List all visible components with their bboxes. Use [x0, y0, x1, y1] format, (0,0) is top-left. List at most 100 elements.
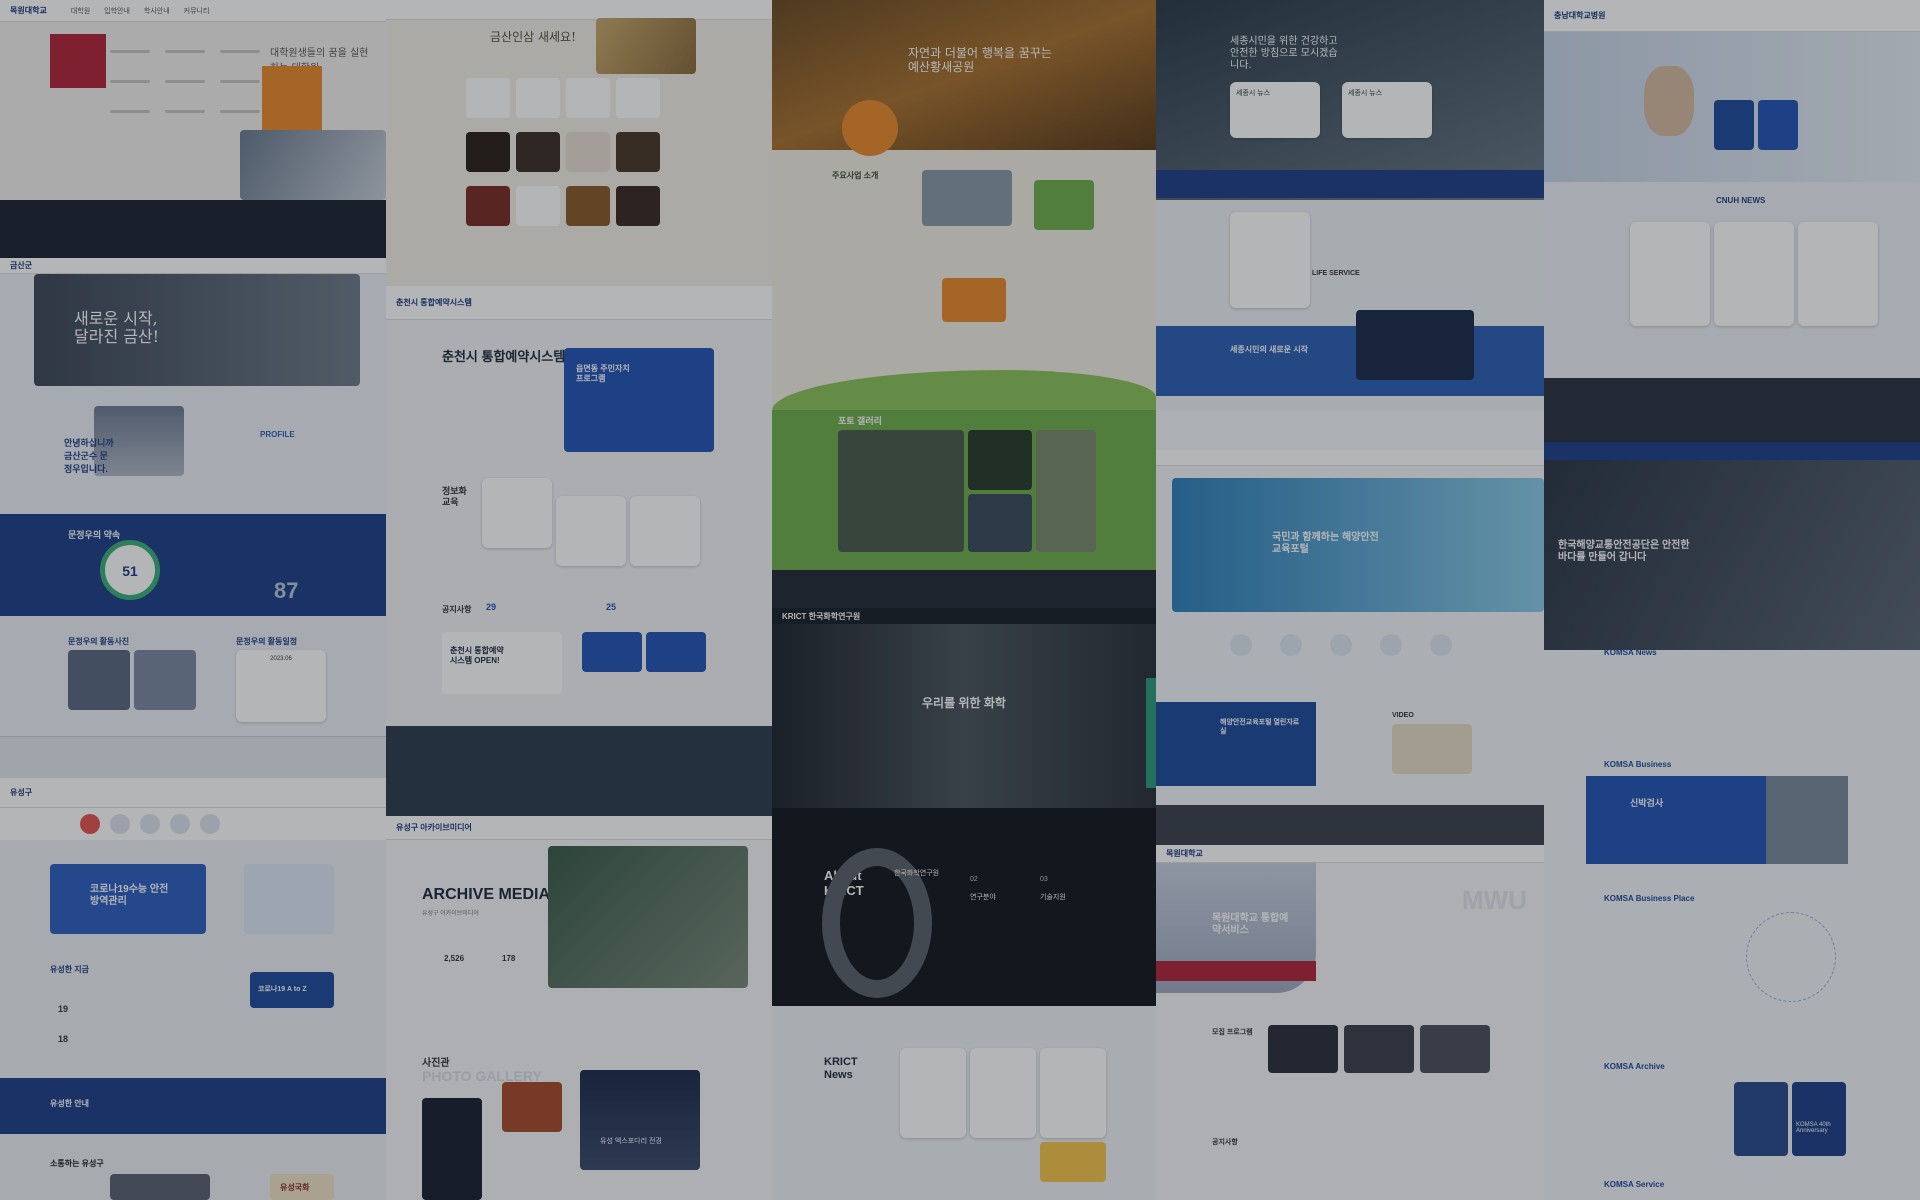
count-2: 25	[606, 602, 617, 612]
map-card[interactable]: 읍면동 주민자치프로그램	[564, 348, 714, 452]
marine-screenshot[interactable]: 국민과 함께하는 해양안전교육포털 해양안전교육포털 열린자료실 VIDEO	[1156, 450, 1544, 845]
news-card-2[interactable]	[1714, 222, 1794, 326]
info-circle[interactable]	[842, 100, 898, 156]
services-title: 유성한 안내	[50, 1099, 90, 1108]
director-photo	[1644, 66, 1694, 136]
search-card[interactable]	[244, 864, 334, 934]
product-grid	[466, 78, 696, 266]
hero-photo: 자연과 더불어 행복을 꿈꾸는 예산황새공원	[772, 0, 1156, 150]
news-card-2[interactable]: 세종시 뉴스	[1342, 82, 1432, 138]
footer	[1156, 410, 1544, 450]
geumsan-screenshot[interactable]: 금산군 새로운 시작, 달라진 금산! 안녕하십니까 금산군수 문정우입니다. …	[0, 258, 386, 778]
program-photo-3[interactable]	[1420, 1025, 1490, 1073]
ginseng-shop-screenshot[interactable]: 금산인삼 새세요!	[386, 0, 772, 286]
chuncheon-screenshot[interactable]: 춘천시 통합예약시스템 춘천시 통합예약시스템 읍면동 주민자치프로그램 정보화…	[386, 286, 772, 816]
news-card-2[interactable]	[970, 1048, 1036, 1138]
quick-icons	[0, 808, 386, 840]
blue-card-2[interactable]	[1758, 100, 1798, 150]
program-card-1[interactable]	[482, 478, 552, 548]
service-title: KOMSA Service	[1604, 1180, 1665, 1189]
location-map[interactable]	[1746, 912, 1836, 1002]
bridge-photo[interactable]: 유성 엑스포다리 전경	[580, 1070, 700, 1170]
komsa-screenshot[interactable]: 한국해양교통안전공단은 안전한 바다를 만들어 갑니다 KOMSA News K…	[1544, 442, 1920, 1200]
stat-1: 2,526	[444, 954, 465, 963]
about-item-3: 기술지원	[1040, 894, 1066, 901]
open-banner[interactable]: 춘천시 통합예약시스템 OPEN!	[442, 632, 562, 694]
quick-blue-2[interactable]	[646, 632, 706, 672]
notice-title: 공지사항	[1212, 1139, 1238, 1146]
krict-news-screenshot[interactable]: KRICT News	[772, 1006, 1156, 1200]
news-card-3[interactable]	[1040, 1048, 1106, 1138]
news-title: KRICT News	[824, 1056, 858, 1081]
program-card-2[interactable]	[556, 496, 626, 566]
mokwon-reservation-screenshot[interactable]: 목원대학교 목원대학교 통합예약서비스 MWU 모집 프로그램 공지사항	[1156, 845, 1544, 1200]
map-title: 읍면동 주민자치프로그램	[576, 364, 630, 383]
mokwon-grad-screenshot[interactable]: 목원대학교대학원입학안내학사안내커뮤니티 대학원생들의 꿈을 실현하는 대학원	[0, 0, 386, 258]
program-title: 모집 프로그램	[1212, 1029, 1253, 1036]
hero-title: 자연과 더불어 행복을 꿈꾸는 예산황새공원	[908, 46, 1052, 74]
tree-photo[interactable]	[502, 1082, 562, 1132]
news-card-1[interactable]	[1630, 222, 1710, 326]
service-title: LIFE SERVICE	[1312, 270, 1360, 277]
video-thumb[interactable]	[1356, 310, 1474, 380]
a-to-z-banner[interactable]: 코로나19 A to Z	[250, 972, 334, 1008]
covid-banner[interactable]: 코로나19수능 안전방역관리	[50, 864, 206, 934]
video-title: 세종시민의 새로운 시작	[1230, 345, 1309, 354]
photo-3[interactable]	[968, 494, 1032, 552]
park-photo[interactable]	[922, 170, 1012, 226]
news-card-1[interactable]	[900, 1048, 966, 1138]
footer	[0, 736, 386, 778]
photo-caption: 유성 엑스포다리 전경	[600, 1138, 662, 1145]
night-photo[interactable]	[422, 1098, 482, 1200]
green-banner[interactable]	[1034, 180, 1094, 230]
column-4: 세종시민을 위한 건강하고 안전한 방침으로 모시겠습니다. 세종시 뉴스 세종…	[1156, 0, 1544, 1200]
column-5: 충남대학교병원 CNUH NEWS 한국해양교통안전공단은 안전한 바다를 만들…	[1544, 0, 1920, 1200]
business-title: KOMSA Business	[1604, 760, 1672, 769]
krict-about-screenshot[interactable]: About KRICT 한국화학연구원 02 연구분야 03 기술지원	[772, 808, 1156, 1006]
orange-card[interactable]	[942, 278, 1006, 322]
cnuh-screenshot[interactable]: 충남대학교병원 CNUH NEWS	[1544, 0, 1920, 442]
side-tab[interactable]	[1146, 678, 1156, 788]
community-photo[interactable]	[110, 1174, 210, 1200]
top-nav: 춘천시 통합예약시스템	[386, 286, 772, 320]
archive-cover-2[interactable]: KOMSA 40th Anniversary	[1792, 1082, 1846, 1156]
krict-hero-screenshot[interactable]: KRICT 한국화학연구원 우리를 위한 화학	[772, 608, 1156, 808]
activity-photo-1[interactable]	[68, 650, 130, 710]
sejong-screenshot[interactable]: 세종시민을 위한 건강하고 안전한 방침으로 모시겠습니다. 세종시 뉴스 세종…	[1156, 0, 1544, 450]
yellow-banner[interactable]	[1040, 1142, 1106, 1182]
red-quick-card[interactable]	[50, 34, 106, 88]
archive-media-screenshot[interactable]: 유성구 아카이브미디어 ARCHIVE MEDIA 유성구 아카이브미디어 2,…	[386, 816, 772, 1200]
business-banner[interactable]: 신박검사	[1586, 776, 1766, 864]
event-title: 주요사업 소개	[832, 171, 879, 180]
quick-blue-1[interactable]	[582, 632, 642, 672]
archive-cover-1[interactable]	[1734, 1082, 1788, 1156]
portal-block[interactable]: 해양안전교육포털 열린자료실	[1156, 702, 1316, 786]
portal-title: 해양안전교육포털 열린자료실	[1220, 719, 1300, 735]
profile-label: PROFILE	[260, 430, 295, 439]
yesan-screenshot[interactable]: 자연과 더불어 행복을 꿈꾸는 예산황새공원 주요사업 소개 포토 갤러리	[772, 0, 1156, 608]
orange-promo-card[interactable]	[262, 66, 322, 134]
top-nav: 목원대학교	[1156, 845, 1544, 863]
date-18: 18	[58, 1034, 69, 1044]
news-title: CNUH NEWS	[1716, 196, 1766, 205]
program-photo-2[interactable]	[1344, 1025, 1414, 1073]
footer	[772, 570, 1156, 608]
student-photo	[240, 130, 386, 200]
footer	[386, 726, 772, 816]
video-thumb[interactable]	[1392, 724, 1472, 774]
calendar[interactable]: 2023.06	[236, 650, 326, 722]
yuseong-screenshot[interactable]: 유성구 코로나19수능 안전방역관리 유성한 지금 19 18 코로나19 A …	[0, 778, 386, 1200]
photo-1[interactable]	[838, 430, 964, 552]
program-card-3[interactable]	[630, 496, 700, 566]
search-bar[interactable]	[1156, 961, 1316, 981]
photo-2[interactable]	[968, 430, 1032, 490]
quick-icon-grid	[110, 40, 260, 120]
photo-4[interactable]	[1036, 430, 1096, 552]
news-card-3[interactable]	[1798, 222, 1878, 326]
doctor-card[interactable]	[1230, 212, 1310, 308]
news-card-1[interactable]: 세종시 뉴스	[1230, 82, 1320, 138]
activity-photo-2[interactable]	[134, 650, 196, 710]
blue-card-1[interactable]	[1714, 100, 1754, 150]
program-photo-1[interactable]	[1268, 1025, 1338, 1073]
festival-banner[interactable]: 유성국화	[270, 1174, 334, 1200]
